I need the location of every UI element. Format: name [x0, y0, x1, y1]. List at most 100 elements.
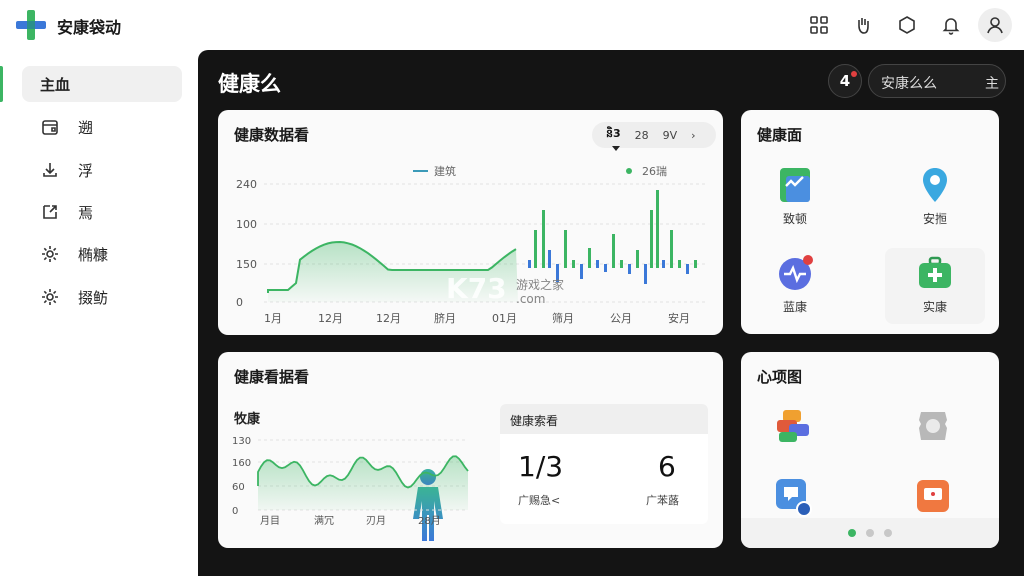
range-selector: និ3 28 9V › [592, 122, 716, 148]
x-tick-label: 公月 [610, 312, 632, 325]
bar-mark [656, 190, 659, 268]
x-tick-label: 脐月 [434, 311, 456, 325]
x-tick-label: 月目 [260, 515, 280, 527]
bar-mark [628, 264, 631, 274]
pager-dot[interactable] [884, 529, 892, 537]
y-tick-label: 150 [236, 258, 257, 271]
app-title: 安康袋动 [57, 18, 122, 37]
sidebar-active-indicator [0, 66, 3, 102]
pager-dot[interactable] [848, 529, 856, 537]
bar-mark [694, 260, 697, 268]
chevron-right-icon[interactable]: › [691, 129, 695, 142]
grid-tile[interactable] [741, 392, 845, 460]
app-tile-label: 安搄 [922, 212, 947, 226]
apps-card-title: 健康面 [757, 126, 803, 144]
pager-dot[interactable] [866, 529, 874, 537]
user-avatar-icon[interactable] [978, 8, 1012, 42]
app-tile[interactable]: 安搄 [885, 160, 985, 236]
y-tick-label: 160 [232, 458, 251, 469]
y-tick-label: 100 [236, 218, 257, 231]
sidebar-item-label: 掇鲂 [78, 288, 109, 307]
bar-mark [686, 264, 689, 274]
notification-dot [851, 71, 857, 77]
x-tick-label: 12月 [376, 312, 401, 325]
stat-value: 1/3 [518, 450, 564, 483]
search-button[interactable]: 主 [985, 73, 999, 93]
y-tick-label: 60 [232, 482, 245, 493]
stat-value: 6 [658, 450, 676, 483]
apps-grid-icon[interactable] [802, 8, 836, 42]
legend-swatch [626, 168, 632, 174]
bar-mark [670, 230, 673, 268]
bar-mark [542, 210, 545, 268]
sidebar: 主血 遡 浮 焉 椭糠 掇鲂 [0, 50, 198, 576]
range-option[interactable]: 28 [635, 129, 649, 142]
watermark-brand: K73 [446, 272, 507, 305]
stat-label: 广苯蕗 [646, 494, 679, 507]
app-logo-icon [16, 10, 46, 40]
hand-icon[interactable] [846, 8, 880, 42]
sidebar-item-settings[interactable]: 掇鲂 [22, 279, 182, 315]
bar-mark [678, 260, 681, 268]
page-title: 健康么 [218, 72, 281, 96]
sidebar-item-label: 焉 [78, 203, 94, 222]
search-input[interactable]: 安康么么 [881, 73, 937, 93]
export-icon [40, 202, 60, 222]
app-tile[interactable]: 致顿 [745, 160, 845, 236]
stats-box: 健康索看 1/3 广赐急< 6 广苯蕗 [500, 404, 708, 524]
main-panel: 健康么 4 安康么么 主 240 100 150 0 1月 12月 12月 脐月 01月 筛月 公月… [198, 50, 1024, 576]
apps-card: 健康面 致顿 安搄 蓝康 实康 [741, 110, 999, 334]
x-tick-label: 28月 [418, 515, 441, 527]
x-tick-label: 1月 [264, 312, 282, 325]
gear-icon [40, 244, 60, 264]
bar-mark [596, 260, 599, 268]
sidebar-item-export[interactable]: 焉 [22, 194, 182, 230]
location-pin-icon [923, 168, 947, 202]
app-tile[interactable]: 蓝康 [745, 248, 845, 324]
range-caret-icon [612, 146, 620, 151]
sidebar-item-gear[interactable]: 椭糠 [22, 236, 182, 272]
bar-mark [588, 248, 591, 268]
grid-card-title: 心项图 [757, 368, 803, 386]
app-tile-label: 致顿 [782, 212, 807, 226]
app-tile[interactable]: 实康 [885, 248, 985, 324]
x-tick-label: 满冗 [314, 515, 334, 527]
bar-mark [636, 250, 639, 268]
x-tick-label: 01月 [492, 312, 517, 325]
shield-icon[interactable] [890, 8, 924, 42]
app-tile-label: 实康 [922, 300, 947, 314]
pager [741, 518, 999, 548]
stats-title: 健康索看 [510, 414, 559, 428]
stats-header: 健康索看 [500, 404, 708, 434]
stat-label: 广赐急< [518, 494, 561, 507]
heartbeat-icon [779, 255, 813, 290]
y-tick-label: 0 [236, 296, 243, 309]
range-option[interactable]: 9V [663, 129, 678, 142]
trend-card-title: 健康看据看 [234, 368, 310, 386]
sidebar-item-calendar[interactable]: 遡 [22, 109, 182, 145]
y-tick-label: 0 [232, 506, 238, 517]
bar-mark [564, 230, 567, 268]
x-tick-label: 筛月 [552, 311, 574, 325]
message-icon [917, 480, 949, 512]
range-option[interactable]: និ3 [606, 127, 621, 143]
sidebar-item-label: 遡 [78, 118, 94, 137]
chat-bubble-icon [776, 479, 812, 517]
gear-shape-icon [919, 412, 947, 440]
legend-label: 26瑞 [642, 164, 667, 178]
bar-mark [644, 264, 647, 284]
sidebar-item-home[interactable]: 主血 [22, 66, 182, 102]
bell-icon[interactable] [934, 8, 968, 42]
search-box[interactable]: 安康么么 主 [868, 64, 1006, 98]
bar-mark [604, 264, 607, 272]
x-tick-label: 12月 [318, 312, 343, 325]
bar-mark [662, 260, 665, 268]
overview-card-title: 健康数据看 [234, 126, 310, 144]
top-bar: 安康袋动 [0, 0, 1024, 50]
notification-button[interactable]: 4 [828, 64, 862, 98]
grid-tile[interactable] [881, 392, 985, 460]
x-tick-label: 刃月 [366, 515, 386, 527]
sidebar-item-download[interactable]: 浮 [22, 152, 182, 188]
notification-count: 4 [839, 72, 851, 90]
bar-mark [650, 210, 653, 268]
